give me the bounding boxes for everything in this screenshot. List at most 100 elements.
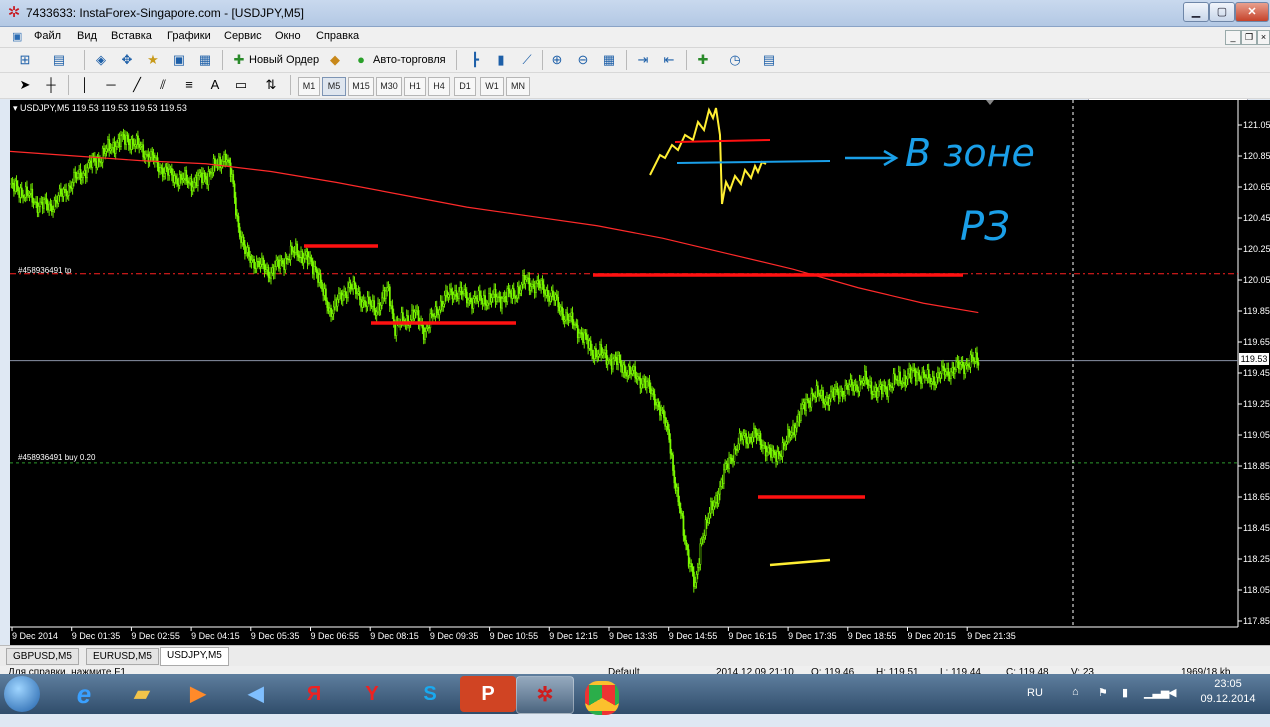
chrome-icon[interactable] bbox=[574, 676, 630, 715]
tile-windows-icon[interactable]: ▦ bbox=[598, 50, 620, 70]
candle-body bbox=[661, 409, 664, 412]
tab-gbpusd[interactable]: GBPUSD,M5 bbox=[6, 648, 79, 665]
internet-explorer-icon[interactable]: e bbox=[56, 676, 112, 712]
yandex-browser-icon[interactable]: Y bbox=[344, 676, 400, 712]
timeframe-m1[interactable]: M1 bbox=[298, 77, 320, 96]
candle-body bbox=[557, 296, 560, 308]
profiles-icon[interactable]: ▤ bbox=[48, 50, 70, 70]
minimize-button[interactable]: ▁ bbox=[1183, 2, 1209, 22]
arrows-icon[interactable]: ⇅ bbox=[260, 75, 282, 95]
candle-body bbox=[622, 364, 625, 373]
tab-usdjpy[interactable]: USDJPY,M5 bbox=[160, 647, 229, 666]
autotrading-button[interactable]: Авто-торговля bbox=[370, 50, 449, 70]
candle-body bbox=[62, 189, 65, 197]
sound-app-icon[interactable]: ◀ bbox=[228, 676, 284, 712]
candle-body bbox=[190, 178, 193, 192]
candle-body bbox=[459, 287, 462, 292]
terminal-icon[interactable]: ▣ bbox=[168, 50, 190, 70]
candle-body bbox=[377, 303, 379, 313]
start-button[interactable] bbox=[4, 676, 40, 712]
bar-chart-icon[interactable]: ┣ bbox=[464, 50, 486, 70]
candle-body bbox=[578, 333, 580, 338]
candlestick-icon[interactable]: ▮ bbox=[490, 50, 512, 70]
timeframe-m15[interactable]: M15 bbox=[348, 77, 374, 96]
timeframe-m30[interactable]: M30 bbox=[376, 77, 402, 96]
candle-body bbox=[897, 371, 900, 381]
timeframe-h1[interactable]: H1 bbox=[404, 77, 426, 96]
clock-time[interactable]: 23:05 bbox=[1207, 678, 1249, 690]
trendline-icon[interactable]: ╱ bbox=[126, 75, 148, 95]
clock-date[interactable]: 09.12.2014 bbox=[1199, 693, 1257, 705]
timeframe-h4[interactable]: H4 bbox=[428, 77, 450, 96]
maximize-button[interactable]: ▢ bbox=[1209, 2, 1235, 22]
tab-eurusd[interactable]: EURUSD,M5 bbox=[86, 648, 159, 665]
market-watch-icon[interactable]: ◈ bbox=[90, 50, 112, 70]
file-explorer-icon[interactable]: ▰ bbox=[114, 676, 170, 712]
timeframe-w1[interactable]: W1 bbox=[480, 77, 504, 96]
new-chart-icon[interactable]: ⊞ bbox=[14, 50, 36, 70]
equidistant-channel-icon[interactable]: ⫽ bbox=[152, 75, 174, 95]
x-tick-label: 9 Dec 06:55 bbox=[311, 631, 360, 641]
new-order-button[interactable]: Новый Ордер bbox=[246, 50, 322, 70]
metaeditor-icon[interactable]: ◆ bbox=[324, 50, 346, 70]
candle-body bbox=[558, 306, 561, 312]
menu-view[interactable]: Вид bbox=[77, 30, 97, 42]
mdi-close-button[interactable]: × bbox=[1257, 30, 1270, 45]
price-chart[interactable]: 121.05 120.85 120.65 120.45 120.25 120.05 119.… bbox=[10, 100, 1270, 645]
indicators-icon[interactable]: ✚ bbox=[692, 50, 714, 70]
auto-scroll-icon[interactable]: ⇥ bbox=[632, 50, 654, 70]
mdi-restore-button[interactable]: ❐ bbox=[1241, 30, 1257, 45]
horizontal-line-icon[interactable]: ─ bbox=[100, 75, 122, 95]
y-tick-label: 120.25 bbox=[1243, 244, 1270, 254]
close-button[interactable]: ✕ bbox=[1235, 2, 1269, 22]
battery-tray-icon[interactable]: ▮ bbox=[1122, 686, 1128, 699]
menu-insert[interactable]: Вставка bbox=[111, 30, 152, 42]
menu-file[interactable]: Файл bbox=[34, 30, 61, 42]
candle-body bbox=[23, 196, 26, 199]
language-indicator[interactable]: RU bbox=[1027, 687, 1043, 699]
signal-tray-icon[interactable]: ▁▃▅ bbox=[1144, 686, 1169, 699]
timeframe-m5[interactable]: M5 bbox=[322, 77, 346, 96]
timeframe-mn[interactable]: MN bbox=[506, 77, 530, 96]
candle-body bbox=[332, 306, 335, 315]
candle-body bbox=[592, 354, 595, 359]
chart-shift-icon[interactable]: ⇤ bbox=[658, 50, 680, 70]
autotrading-icon[interactable]: ● bbox=[350, 50, 372, 70]
strategy-tester-icon[interactable]: ▦ bbox=[194, 50, 216, 70]
text-label-icon[interactable]: ▭ bbox=[230, 75, 252, 95]
navigator-icon[interactable]: ★ bbox=[142, 50, 164, 70]
chart-window[interactable]: 121.05 120.85 120.65 120.45 120.25 120.05 119.… bbox=[10, 100, 1270, 645]
menu-window[interactable]: Окно bbox=[275, 30, 301, 42]
menu-help[interactable]: Справка bbox=[316, 30, 359, 42]
zoom-out-icon[interactable]: ⊖ bbox=[572, 50, 594, 70]
text-icon[interactable]: A bbox=[204, 75, 226, 95]
yandex-icon[interactable]: Я bbox=[286, 676, 342, 712]
fibonacci-icon[interactable]: ≡ bbox=[178, 75, 200, 95]
network-tray-icon[interactable]: ⌂ bbox=[1072, 686, 1079, 698]
skype-icon[interactable]: S bbox=[402, 676, 458, 712]
menu-charts[interactable]: Графики bbox=[167, 30, 211, 42]
candle-body bbox=[437, 312, 439, 316]
candle-body bbox=[424, 331, 426, 340]
menu-tools[interactable]: Сервис bbox=[224, 30, 262, 42]
vertical-line-icon[interactable]: │ bbox=[74, 75, 96, 95]
data-window-icon[interactable]: ✥ bbox=[116, 50, 138, 70]
volume-tray-icon[interactable]: ◀ bbox=[1168, 686, 1176, 699]
zoom-in-icon[interactable]: ⊕ bbox=[546, 50, 568, 70]
media-player-icon[interactable]: ▶ bbox=[170, 676, 226, 712]
powerpoint-icon[interactable]: P bbox=[460, 676, 516, 712]
periods-icon[interactable]: ◷ bbox=[724, 50, 746, 70]
templates-icon[interactable]: ▤ bbox=[758, 50, 780, 70]
candle-body bbox=[205, 176, 207, 180]
flag-tray-icon[interactable]: ⚑ bbox=[1098, 686, 1108, 699]
timeframe-d1[interactable]: D1 bbox=[454, 77, 476, 96]
windows-taskbar: e ▰ ▶ ◀ Я Y S P ✲ RU ⌂ ⚑ ▮ ▁▃▅ ◀ 23:05 0… bbox=[0, 674, 1270, 715]
candle-body bbox=[268, 277, 271, 279]
cursor-icon[interactable]: ➤ bbox=[14, 75, 36, 95]
mdi-minimize-button[interactable]: _ bbox=[1225, 30, 1241, 45]
crosshair-icon[interactable]: ┼ bbox=[40, 75, 62, 95]
candle-body bbox=[934, 384, 937, 386]
line-chart-icon[interactable]: ⟋ bbox=[516, 50, 538, 70]
candle-body bbox=[775, 454, 777, 462]
metatrader-icon[interactable]: ✲ bbox=[516, 676, 574, 714]
